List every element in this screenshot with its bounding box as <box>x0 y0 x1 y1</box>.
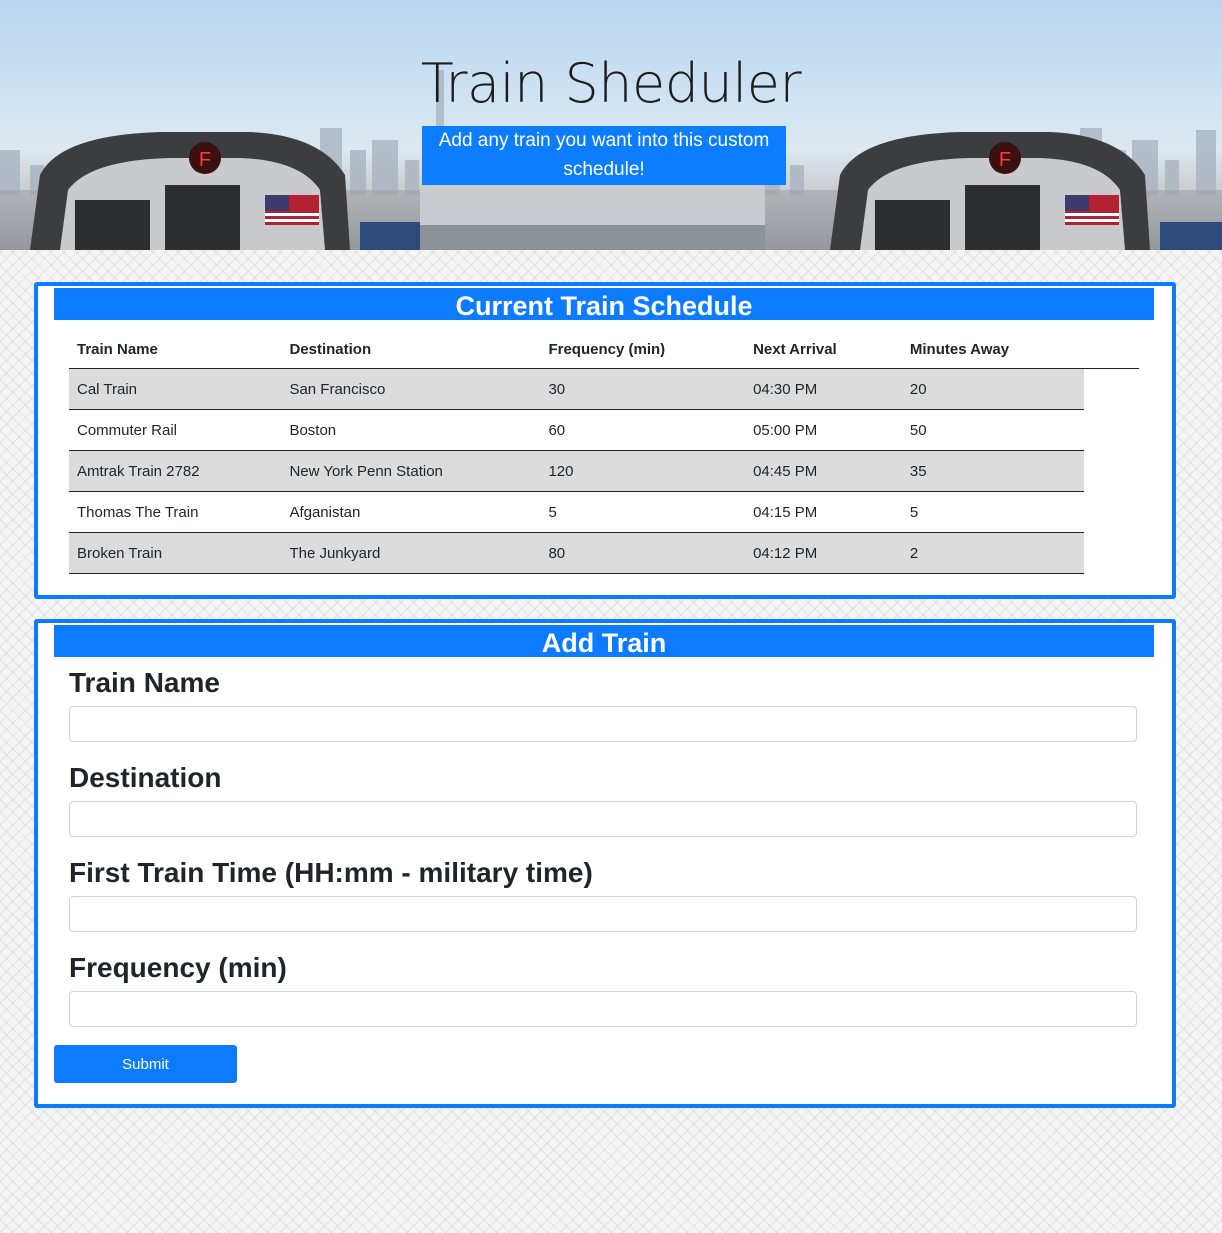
hero-banner: F F Train Sheduler Add any train you wan… <box>0 0 1222 250</box>
page-subtitle: Add any train you want into this custom … <box>422 126 786 185</box>
frequency-cell: 80 <box>540 532 746 574</box>
first-train-time-label: First Train Time (HH:mm - military time) <box>69 857 593 888</box>
column-header: Train Name <box>69 330 282 369</box>
destination-label: Destination <box>69 762 222 793</box>
train-photo: F F <box>0 70 1222 250</box>
add-train-panel: Add Train Train Name Destination First T… <box>34 619 1176 1108</box>
svg-text:F: F <box>199 149 211 171</box>
frequency-cell: 5 <box>540 491 746 533</box>
table-header-row: Train Name Destination Frequency (min) N… <box>69 330 1139 369</box>
train-name-cell: Amtrak Train 2782 <box>69 450 282 492</box>
minutes-away-cell: 35 <box>901 450 1084 492</box>
column-header: Minutes Away <box>901 330 1084 369</box>
minutes-away-cell: 2 <box>901 532 1084 574</box>
schedule-panel: Current Train Schedule Train Name Destin… <box>34 282 1176 599</box>
train-name-cell: Thomas The Train <box>69 491 282 533</box>
minutes-away-cell: 50 <box>901 409 1084 451</box>
frequency-label: Frequency (min) <box>69 952 287 983</box>
minutes-away-cell: 5 <box>901 491 1084 533</box>
table-row: Cal Train San Francisco 30 04:30 PM 20 <box>69 368 1139 410</box>
column-header: Next Arrival <box>745 330 902 369</box>
first-train-time-input[interactable] <box>69 896 1137 932</box>
table-row: Amtrak Train 2782 New York Penn Station … <box>69 450 1139 492</box>
add-train-heading: Add Train <box>54 625 1154 658</box>
next-arrival-cell: 04:45 PM <box>745 450 902 492</box>
minutes-away-cell: 20 <box>901 368 1084 410</box>
train-name-label: Train Name <box>69 667 220 698</box>
svg-text:F: F <box>999 149 1011 171</box>
table-row: Broken Train The Junkyard 80 04:12 PM 2 <box>69 532 1139 574</box>
schedule-table: Train Name Destination Frequency (min) N… <box>69 330 1139 574</box>
train-name-cell: Cal Train <box>69 368 282 410</box>
next-arrival-cell: 04:15 PM <box>745 491 902 533</box>
train-name-cell: Broken Train <box>69 532 282 574</box>
destination-cell: Afganistan <box>281 491 541 533</box>
frequency-cell: 120 <box>540 450 746 492</box>
next-arrival-cell: 05:00 PM <box>745 409 902 451</box>
frequency-input[interactable] <box>69 991 1137 1027</box>
table-row: Thomas The Train Afganistan 5 04:15 PM 5 <box>69 491 1139 533</box>
submit-button[interactable]: Submit <box>54 1045 237 1083</box>
destination-cell: The Junkyard <box>281 532 541 574</box>
column-header: Frequency (min) <box>540 330 746 369</box>
frequency-cell: 30 <box>540 368 746 410</box>
destination-cell: Boston <box>281 409 541 451</box>
column-header: Destination <box>281 330 541 369</box>
schedule-heading: Current Train Schedule <box>54 288 1154 321</box>
frequency-cell: 60 <box>540 409 746 451</box>
next-arrival-cell: 04:30 PM <box>745 368 902 410</box>
next-arrival-cell: 04:12 PM <box>745 532 902 574</box>
destination-cell: New York Penn Station <box>281 450 541 492</box>
train-name-cell: Commuter Rail <box>69 409 282 451</box>
train-name-input[interactable] <box>69 706 1137 742</box>
destination-cell: San Francisco <box>281 368 541 410</box>
destination-input[interactable] <box>69 801 1137 837</box>
table-row: Commuter Rail Boston 60 05:00 PM 50 <box>69 409 1139 451</box>
page-title: Train Sheduler <box>420 52 802 115</box>
